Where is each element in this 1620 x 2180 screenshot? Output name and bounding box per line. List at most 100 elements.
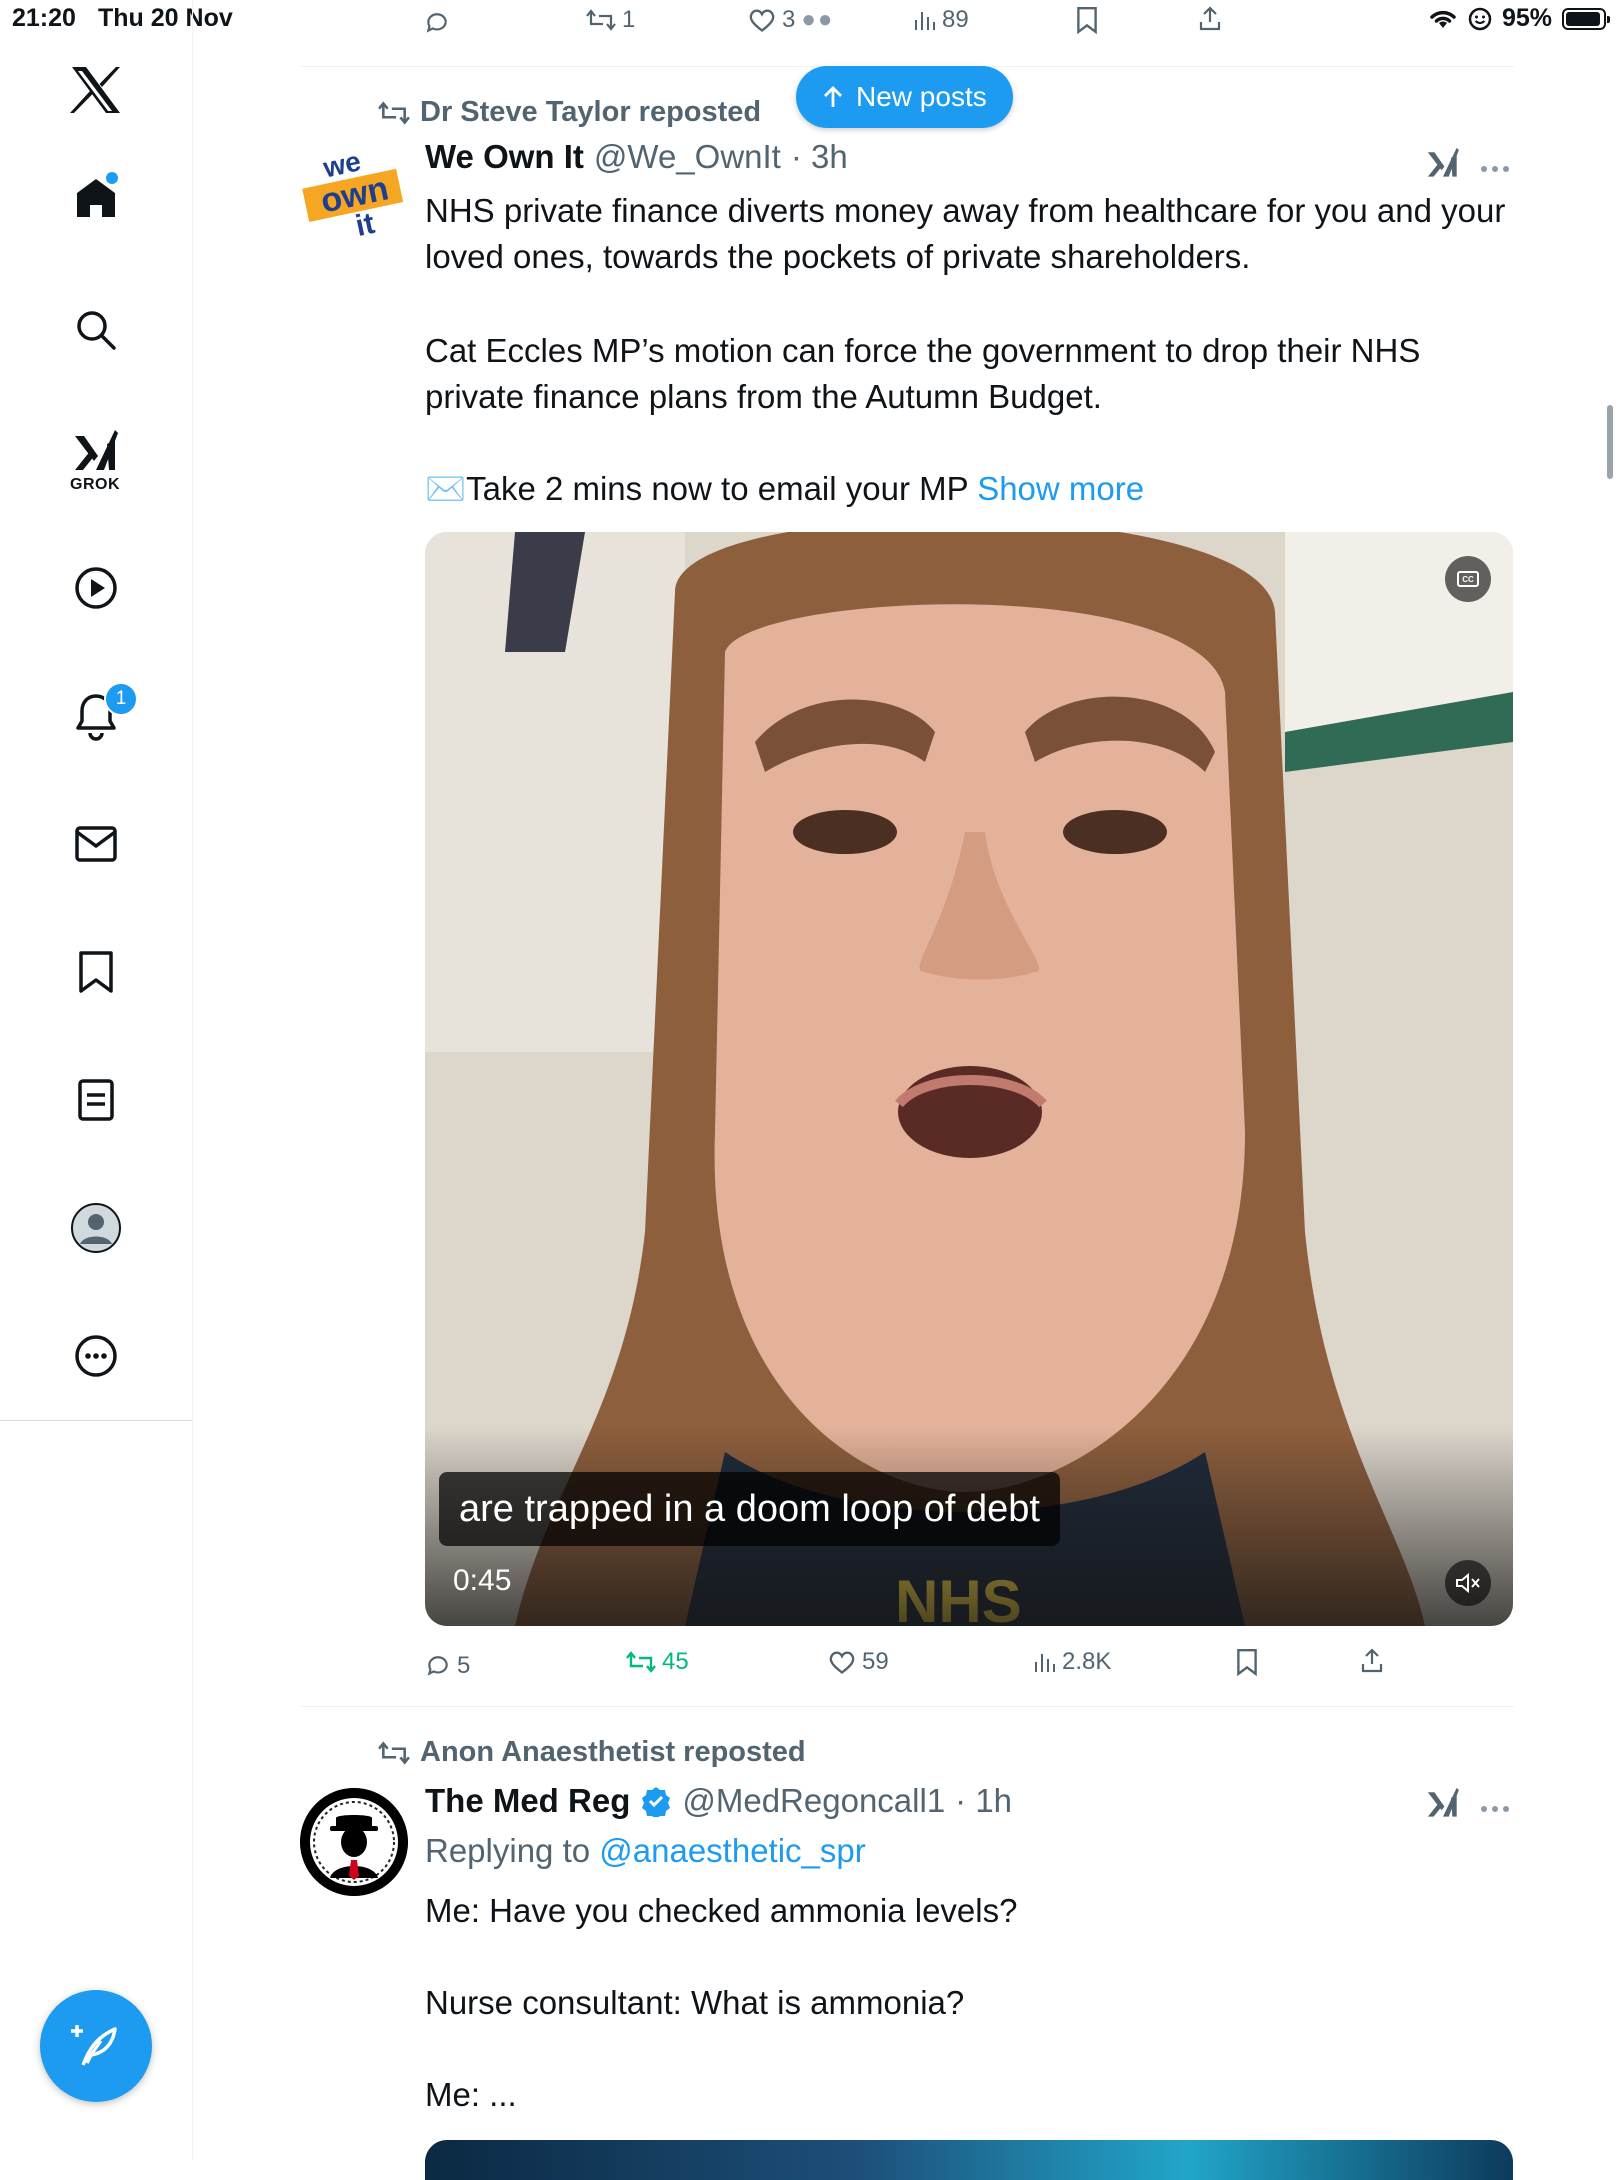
tweet1-text-p3-body: ✉️Take 2 mins now to email your MP — [425, 470, 978, 507]
tweet1-avatar[interactable]: we own it — [300, 138, 408, 246]
replying-to-handle[interactable]: @anaesthetic_spr — [599, 1832, 865, 1869]
grok-icon — [1427, 147, 1459, 177]
search-icon — [77, 311, 116, 350]
compose-feather-icon — [71, 2025, 117, 2066]
tweet1-text-p1: NHS private finance diverts money away f… — [425, 192, 1515, 275]
nav-lists[interactable] — [0, 1070, 192, 1130]
more-horizontal-icon — [1481, 1806, 1509, 1812]
tweet2-avatar[interactable] — [300, 1788, 408, 1896]
new-posts-button[interactable]: New posts — [796, 66, 1013, 128]
views-icon — [915, 12, 935, 30]
grok-icon — [1427, 1787, 1459, 1817]
loading-dots: ●● — [801, 6, 835, 33]
share-icon — [1361, 1648, 1383, 1673]
home-new-dot — [106, 172, 118, 184]
bookmark-icon — [1077, 6, 1097, 34]
mute-button[interactable] — [1445, 1560, 1491, 1606]
we-own-it-logo: we own it — [301, 139, 407, 245]
nav-profile[interactable] — [0, 1198, 192, 1258]
repost-icon — [378, 100, 410, 125]
grok-icon — [75, 430, 118, 470]
nav-search[interactable] — [0, 300, 192, 360]
repost-icon — [378, 1740, 410, 1765]
tweet1-like-count: 59 — [862, 1648, 889, 1675]
tweet1-repost-button[interactable]: 45 — [626, 1648, 689, 1676]
sidebar: GROK 1 — [0, 0, 193, 2160]
battery-icon — [1562, 7, 1610, 30]
tweet1-more-button[interactable] — [1480, 160, 1510, 178]
tweet1-timestamp[interactable]: · 3h — [791, 138, 848, 176]
prev-views-button[interactable]: 89 — [912, 6, 969, 34]
wifi-icon — [1430, 10, 1456, 28]
tweet2-text-line1: Me: Have you checked ammonia levels? — [425, 1892, 1018, 1929]
reply-icon — [427, 1656, 448, 1676]
tweet1-repost-context[interactable]: Dr Steve Taylor reposted — [378, 96, 761, 129]
tweet2-grok-button[interactable] — [1425, 1786, 1461, 1825]
tweet1-grok-button[interactable] — [1425, 146, 1461, 185]
prev-repost-button[interactable]: 1 — [586, 6, 635, 34]
views-icon — [1035, 1654, 1055, 1672]
compose-button[interactable] — [40, 1990, 152, 2102]
nav-more[interactable] — [0, 1326, 192, 1386]
tweet2-text-line3: Me: ... — [425, 2076, 517, 2113]
prev-views-count: 89 — [942, 6, 969, 33]
reply-icon — [426, 13, 447, 33]
tweet2-replying-to: Replying to @anaesthetic_spr — [425, 1832, 866, 1870]
replying-to-prefix: Replying to — [425, 1832, 600, 1869]
prev-like-count: 3 — [782, 6, 796, 33]
sidebar-divider — [0, 1420, 192, 1421]
tweet2-text-line2: Nurse consultant: What is ammonia? — [425, 1984, 965, 2021]
tweet1-views-button[interactable]: 2.8K — [1032, 1648, 1111, 1676]
prev-bookmark-button[interactable] — [1076, 6, 1098, 34]
tweet1-text-p2: Cat Eccles MP’s motion can force the gov… — [425, 332, 1430, 415]
play-circle-icon — [75, 567, 117, 609]
feed-scrollbar[interactable] — [1607, 405, 1613, 479]
share-icon — [1199, 6, 1221, 31]
prev-share-button[interactable] — [1198, 6, 1222, 32]
more-circle-icon — [75, 1335, 117, 1377]
tweet1-reposted-by: Dr Steve Taylor reposted — [420, 96, 762, 128]
profile-avatar-icon — [71, 1203, 121, 1253]
closed-captions-button[interactable]: CC — [1445, 556, 1491, 602]
tweet1-author-name[interactable]: We Own It — [425, 138, 584, 176]
tweet1-like-button[interactable]: 59 — [828, 1648, 889, 1676]
nav-grok[interactable]: GROK — [0, 420, 192, 500]
nav-notifications[interactable]: 1 — [0, 682, 192, 746]
focus-icon — [1468, 7, 1492, 30]
list-icon — [78, 1079, 114, 1121]
show-more-link[interactable]: Show more — [977, 470, 1144, 507]
repost-icon — [586, 9, 616, 31]
repost-icon — [626, 1651, 656, 1673]
cc-icon: CC — [1457, 571, 1479, 587]
bookmark-icon — [79, 951, 113, 993]
tweet1-author-handle[interactable]: @We_OwnIt — [594, 138, 781, 176]
nav-home[interactable] — [0, 168, 192, 228]
prev-repost-count: 1 — [622, 6, 636, 33]
tweet1-views-count: 2.8K — [1062, 1648, 1112, 1675]
tweet1-share-button[interactable] — [1360, 1648, 1384, 1674]
prev-tweet-actions: 1 3 ●● 89 — [420, 0, 1240, 44]
tweet2-timestamp[interactable]: · 1h — [955, 1782, 1012, 1820]
prev-reply-button[interactable] — [424, 10, 450, 36]
tweet2-repost-context[interactable]: Anon Anaesthetist reposted — [378, 1736, 806, 1769]
video-duration: 0:45 — [453, 1564, 512, 1597]
tweet1-video[interactable]: NHS are trapped in a doom loop of debt 0… — [425, 532, 1513, 1626]
tweet1-repost-count: 45 — [662, 1648, 689, 1675]
bookmark-icon — [1237, 1648, 1257, 1676]
tweet2-author-name[interactable]: The Med Reg — [425, 1782, 630, 1820]
arrow-up-icon — [824, 86, 842, 107]
prev-like-button[interactable]: 3 ●● — [748, 6, 834, 34]
tweet2-media-preview[interactable] — [425, 2140, 1513, 2180]
tweet2-more-button[interactable] — [1480, 1800, 1510, 1818]
nav-messages[interactable] — [0, 814, 192, 874]
tweet1-bookmark-button[interactable] — [1236, 1648, 1258, 1676]
tweet1-reply-button[interactable]: 5 — [425, 1652, 470, 1680]
nav-bookmarks[interactable] — [0, 942, 192, 1002]
new-posts-label: New posts — [856, 81, 987, 112]
nav-video[interactable] — [0, 558, 192, 618]
feed-divider — [300, 1706, 1514, 1707]
heart-icon — [749, 9, 775, 32]
tweet2-author-handle[interactable]: @MedRegoncall1 — [682, 1782, 945, 1820]
tweet1-reply-count: 5 — [457, 1652, 471, 1679]
x-logo[interactable] — [0, 60, 192, 120]
